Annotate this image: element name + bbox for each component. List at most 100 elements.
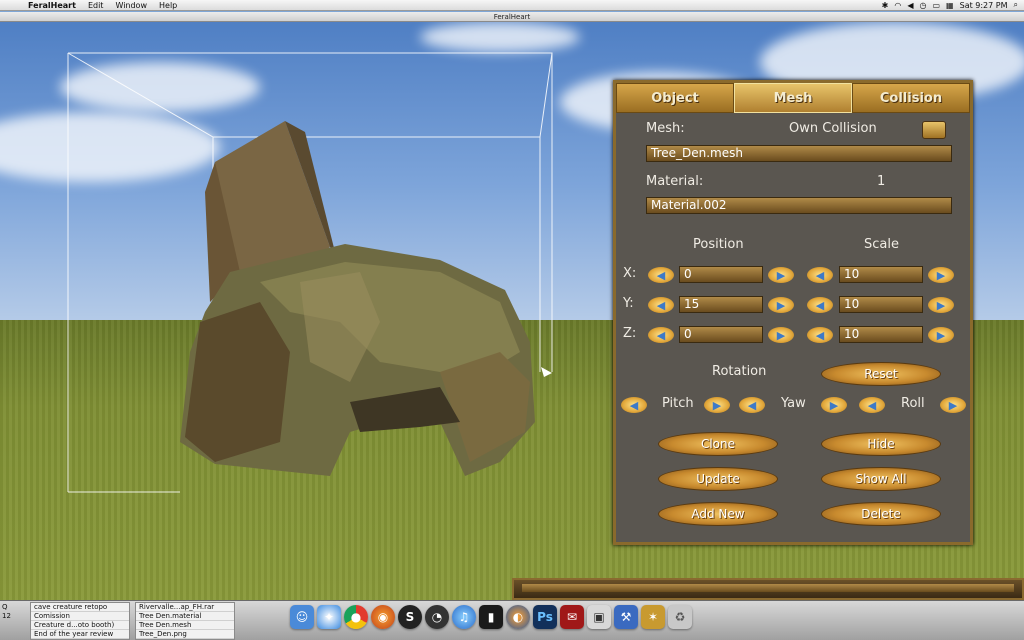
clone-button[interactable]: Clone xyxy=(658,432,778,456)
list-item[interactable]: Tree Den.mesh xyxy=(136,621,234,630)
yaw-increase-arrow-icon[interactable]: ▶ xyxy=(821,397,847,413)
x-scale-field[interactable]: 10 xyxy=(839,266,923,283)
yaw-label: Yaw xyxy=(781,396,806,411)
list-item[interactable]: cave creature retopo xyxy=(31,603,129,612)
list-item[interactable]: End of the year review xyxy=(31,630,129,639)
delete-button[interactable]: Delete xyxy=(821,502,941,526)
z-position-increase-arrow-icon[interactable]: ▶ xyxy=(768,327,794,343)
tab-mesh[interactable]: Mesh xyxy=(734,83,852,113)
material-label: Material: xyxy=(646,174,704,189)
axis-z-label: Z: xyxy=(623,326,637,341)
tab-object[interactable]: Object xyxy=(616,83,734,113)
folder-stack-left: cave creature retopo Comission Creature … xyxy=(30,602,130,640)
rotation-label: Rotation xyxy=(712,364,767,379)
y-scale-decrease-arrow-icon[interactable]: ◀ xyxy=(807,297,833,313)
y-scale-field[interactable]: 10 xyxy=(839,296,923,313)
tree-den-mesh[interactable] xyxy=(180,121,535,476)
x-position-decrease-arrow-icon[interactable]: ◀ xyxy=(648,267,674,283)
mouse-cursor xyxy=(541,367,552,377)
preview-icon[interactable]: ▣ xyxy=(587,605,611,629)
photoshop-icon[interactable]: Ps xyxy=(533,605,557,629)
trash-icon[interactable]: ♻ xyxy=(668,605,692,629)
xcode-icon[interactable]: ⚒ xyxy=(614,605,638,629)
itunes-icon[interactable]: ♫ xyxy=(452,605,476,629)
volume-icon[interactable]: ◀ xyxy=(907,1,913,10)
add-new-button[interactable]: Add New xyxy=(658,502,778,526)
feralheart-icon[interactable]: ✶ xyxy=(641,605,665,629)
blender-icon[interactable]: ◐ xyxy=(506,605,530,629)
z-scale-decrease-arrow-icon[interactable]: ◀ xyxy=(807,327,833,343)
tab-collision[interactable]: Collision xyxy=(852,83,970,113)
y-position-increase-arrow-icon[interactable]: ▶ xyxy=(768,297,794,313)
spotlight-icon[interactable]: ⌕ xyxy=(1014,0,1018,10)
own-collision-label: Own Collision xyxy=(789,121,877,136)
menu-edit[interactable]: Edit xyxy=(82,1,110,10)
list-item[interactable]: Comission xyxy=(31,612,129,621)
roll-increase-arrow-icon[interactable]: ▶ xyxy=(940,397,966,413)
x-scale-decrease-arrow-icon[interactable]: ◀ xyxy=(807,267,833,283)
show-all-button[interactable]: Show All xyxy=(821,467,941,491)
list-item[interactable]: Creature d...oto booth) xyxy=(31,621,129,630)
yaw-decrease-arrow-icon[interactable]: ◀ xyxy=(739,397,765,413)
z-position-decrease-arrow-icon[interactable]: ◀ xyxy=(648,327,674,343)
chat-input-bar[interactable] xyxy=(512,578,1024,600)
roll-decrease-arrow-icon[interactable]: ◀ xyxy=(859,397,885,413)
battery-icon[interactable]: ▭ xyxy=(932,1,940,10)
list-item[interactable]: Tree Den.material xyxy=(136,612,234,621)
time-machine-icon[interactable]: ◷ xyxy=(920,1,927,10)
y-position-decrease-arrow-icon[interactable]: ◀ xyxy=(648,297,674,313)
panel-tabs: Object Mesh Collision xyxy=(616,83,970,113)
mesh-label: Mesh: xyxy=(646,121,685,136)
reset-button[interactable]: Reset xyxy=(821,362,941,386)
dashboard-icon[interactable]: ◔ xyxy=(425,605,449,629)
menu-help[interactable]: Help xyxy=(153,1,183,10)
z-position-field[interactable]: 0 xyxy=(679,326,763,343)
roll-label: Roll xyxy=(901,396,925,411)
list-item[interactable]: Tree_Den.png xyxy=(136,630,234,639)
list-item[interactable]: Rivervalle...ap_FH.rar xyxy=(136,603,234,612)
stack-prefix-item: 12 xyxy=(2,612,11,620)
window-title-bar: FeralHeart xyxy=(0,12,1024,22)
dock: Q 12 cave creature retopo Comission Crea… xyxy=(0,600,1024,640)
wifi-icon[interactable]: ◠ xyxy=(894,1,901,10)
menu-bar: FeralHeart Edit Window Help ✱ ◠ ◀ ◷ ▭ ▦ … xyxy=(0,0,1024,11)
scale-label: Scale xyxy=(864,237,899,252)
pitch-decrease-arrow-icon[interactable]: ◀ xyxy=(621,397,647,413)
axis-y-label: Y: xyxy=(623,296,634,311)
x-scale-increase-arrow-icon[interactable]: ▶ xyxy=(928,267,954,283)
pitch-increase-arrow-icon[interactable]: ▶ xyxy=(704,397,730,413)
window-title: FeralHeart xyxy=(493,13,531,21)
x-position-field[interactable]: 0 xyxy=(679,266,763,283)
menu-window[interactable]: Window xyxy=(109,1,153,10)
z-scale-field[interactable]: 10 xyxy=(839,326,923,343)
object-editor-panel: Object Mesh Collision Mesh: Own Collisio… xyxy=(613,80,973,545)
z-scale-increase-arrow-icon[interactable]: ▶ xyxy=(928,327,954,343)
flag-icon[interactable]: ▦ xyxy=(946,1,954,10)
terminal-icon[interactable]: ▮ xyxy=(479,605,503,629)
finder-icon[interactable]: ☺ xyxy=(290,605,314,629)
bluetooth-icon[interactable]: ✱ xyxy=(882,1,889,10)
safari-icon[interactable]: ✦ xyxy=(317,605,341,629)
chrome-icon[interactable]: ● xyxy=(344,605,368,629)
update-button[interactable]: Update xyxy=(658,467,778,491)
material-field[interactable]: Material.002 xyxy=(646,197,952,214)
firefox-icon[interactable]: ◉ xyxy=(371,605,395,629)
s-icon[interactable]: S xyxy=(398,605,422,629)
mail-icon[interactable]: ✉ xyxy=(560,605,584,629)
menu-app-name[interactable]: FeralHeart xyxy=(22,1,82,10)
folder-stack-right: Rivervalle...ap_FH.rar Tree Den.material… xyxy=(135,602,235,640)
mesh-field[interactable]: Tree_Den.mesh xyxy=(646,145,952,162)
y-position-field[interactable]: 15 xyxy=(679,296,763,313)
axis-x-label: X: xyxy=(623,266,637,281)
stack-prefix: Q 12 xyxy=(0,603,28,621)
stack-prefix-item: Q xyxy=(2,603,8,611)
material-count: 1 xyxy=(877,174,886,189)
hide-button[interactable]: Hide xyxy=(821,432,941,456)
clock[interactable]: Sat 9:27 PM xyxy=(960,1,1008,10)
chat-input-field[interactable] xyxy=(522,584,1014,592)
position-label: Position xyxy=(693,237,744,252)
x-position-increase-arrow-icon[interactable]: ▶ xyxy=(768,267,794,283)
y-scale-increase-arrow-icon[interactable]: ▶ xyxy=(928,297,954,313)
own-collision-checkbox[interactable] xyxy=(922,121,946,139)
pitch-label: Pitch xyxy=(662,396,694,411)
